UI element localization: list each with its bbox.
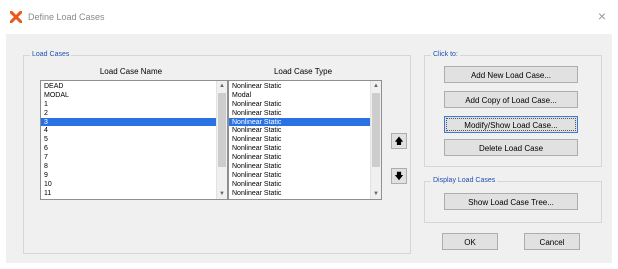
title-bar[interactable]: Define Load Cases × xyxy=(0,0,618,34)
move-up-button[interactable]: 🡅 xyxy=(391,133,407,149)
load-case-name-row[interactable]: 5 xyxy=(41,135,217,144)
load-case-name-row[interactable]: 6 xyxy=(41,144,217,153)
add-new-load-case-button[interactable]: Add New Load Case... xyxy=(444,66,578,83)
click-to-group-label: Click to: xyxy=(431,50,460,60)
scroll-thumb[interactable] xyxy=(372,93,380,167)
load-case-name-row[interactable]: 1 xyxy=(41,100,217,109)
load-case-name-row[interactable]: 2 xyxy=(41,109,217,118)
load-case-type-row[interactable]: Nonlinear Static xyxy=(229,109,371,118)
scroll-thumb[interactable] xyxy=(218,93,226,167)
load-case-type-row[interactable]: Nonlinear Static xyxy=(229,171,371,180)
load-case-name-row[interactable]: 3 xyxy=(41,117,217,127)
load-cases-group-label: Load Cases xyxy=(30,50,72,60)
load-case-type-row[interactable]: Nonlinear Static xyxy=(229,180,371,189)
name-list-scrollbar[interactable]: ▲ ▼ xyxy=(216,81,227,199)
add-copy-load-case-button[interactable]: Add Copy of Load Case... xyxy=(444,91,578,108)
scroll-up-icon[interactable]: ▲ xyxy=(217,81,227,91)
load-case-name-list[interactable]: DEAD MODAL 1 2 3 4 5 6 7 8 9 10 11 ▲ ▼ xyxy=(40,80,228,200)
app-logo-icon xyxy=(10,11,22,23)
load-case-name-row[interactable]: 8 xyxy=(41,162,217,171)
load-case-name-row[interactable]: 10 xyxy=(41,180,217,189)
close-icon[interactable]: × xyxy=(598,9,606,23)
ok-button[interactable]: OK xyxy=(442,233,498,250)
load-case-name-row[interactable]: 4 xyxy=(41,126,217,135)
load-case-type-row[interactable]: Nonlinear Static xyxy=(229,135,371,144)
load-case-type-row[interactable]: Nonlinear Static xyxy=(229,126,371,135)
scroll-down-icon[interactable]: ▼ xyxy=(217,189,227,199)
arrow-down-icon: 🡇 xyxy=(394,171,404,181)
load-case-type-row[interactable]: Nonlinear Static xyxy=(229,153,371,162)
display-load-cases-group-label: Display Load Cases xyxy=(431,176,498,186)
load-case-type-header: Load Case Type xyxy=(273,67,333,76)
show-load-case-tree-button[interactable]: Show Load Case Tree... xyxy=(444,193,578,210)
cancel-button[interactable]: Cancel xyxy=(524,233,580,250)
move-down-button[interactable]: 🡇 xyxy=(391,168,407,184)
modify-show-load-case-button[interactable]: Modify/Show Load Case... xyxy=(444,116,578,133)
scroll-up-icon[interactable]: ▲ xyxy=(371,81,381,91)
dialog-body: Load Cases Load Case Name Load Case Type… xyxy=(6,34,612,263)
delete-load-case-button[interactable]: Delete Load Case xyxy=(444,139,578,156)
load-case-type-row[interactable]: Modal xyxy=(229,91,371,100)
load-case-type-row[interactable]: Nonlinear Static xyxy=(229,100,371,109)
load-case-type-row[interactable]: Nonlinear Static xyxy=(229,117,371,127)
load-case-type-list[interactable]: Nonlinear Static Modal Nonlinear Static Non… xyxy=(228,80,382,200)
load-case-type-row[interactable]: Nonlinear Static xyxy=(229,144,371,153)
load-case-name-row[interactable]: MODAL xyxy=(41,91,217,100)
load-case-type-row[interactable]: Nonlinear Static xyxy=(229,189,371,198)
load-case-name-row[interactable]: DEAD xyxy=(41,82,217,91)
scroll-down-icon[interactable]: ▼ xyxy=(371,189,381,199)
load-case-type-row[interactable]: Nonlinear Static xyxy=(229,82,371,91)
load-case-name-row[interactable]: 11 xyxy=(41,189,217,198)
arrow-up-icon: 🡅 xyxy=(394,136,404,146)
load-case-name-header: Load Case Name xyxy=(99,67,163,76)
load-case-name-row[interactable]: 9 xyxy=(41,171,217,180)
window-title: Define Load Cases xyxy=(28,12,105,22)
load-case-type-row[interactable]: Nonlinear Static xyxy=(229,162,371,171)
type-list-scrollbar[interactable]: ▲ ▼ xyxy=(370,81,381,199)
load-case-name-row[interactable]: 7 xyxy=(41,153,217,162)
